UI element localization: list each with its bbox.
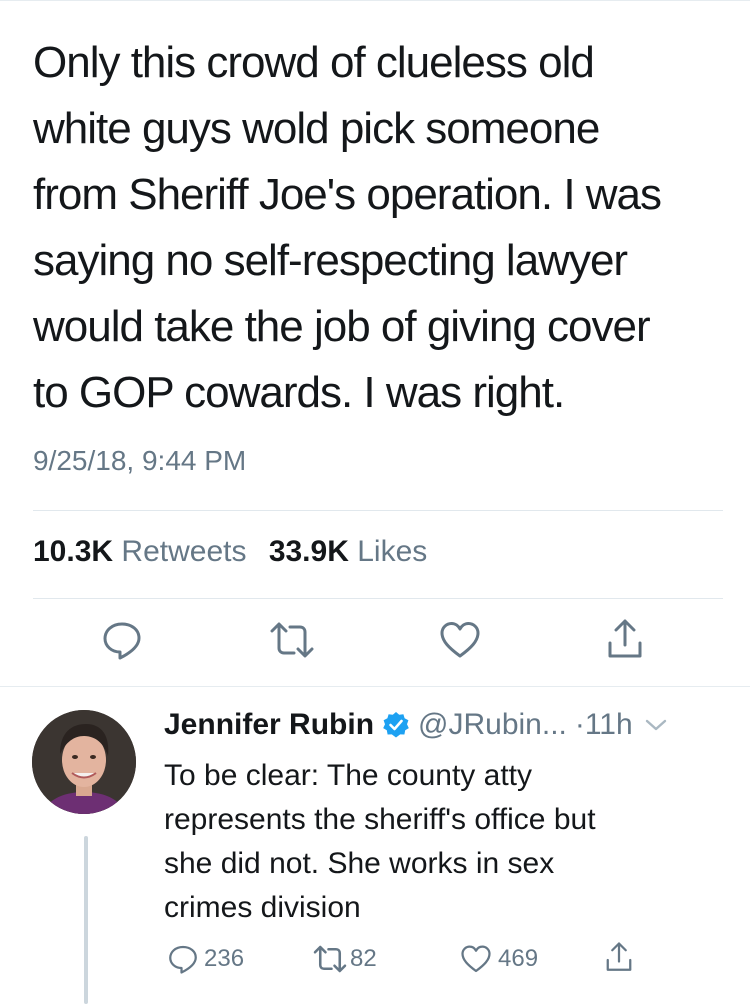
divider [0,686,750,687]
heart-icon [461,945,491,973]
divider [33,598,723,599]
author-name[interactable]: Jennifer Rubin [164,708,374,742]
author-handle[interactable]: @JRubin... [418,708,567,742]
retweet-arrows-icon [313,945,347,973]
like-count[interactable]: 33.9K [269,535,349,568]
reply-reply-button[interactable]: 236 [168,944,244,974]
reply-text: To be clear: The county atty represents … [164,759,596,924]
tweet-timestamp[interactable]: 9/25/18, 9:44 PM [33,445,246,477]
speech-bubble-icon [103,622,141,660]
heart-icon [440,622,480,658]
retweet-arrows-icon [270,622,314,658]
share-button[interactable] [603,616,647,662]
reply-header: Jennifer Rubin @JRubin... ·11h [164,708,739,742]
reply-tweet[interactable]: Jennifer Rubin @JRubin... ·11h To be cle… [0,688,750,1004]
like-label[interactable]: Likes [357,535,427,568]
share-upload-icon [606,942,632,971]
reply-time[interactable]: ·11h [575,708,633,742]
reply-retweet-count: 82 [350,945,377,972]
speech-bubble-icon [169,945,197,974]
chevron-down-icon[interactable] [645,718,667,732]
reply-share-button[interactable] [604,940,634,974]
reply-retweet-button[interactable]: 82 [312,944,377,974]
reply-like-count: 469 [498,945,539,972]
avatar-photo [32,710,136,814]
reply-action-bar: 236 82 469 [164,942,664,984]
retweet-button[interactable] [266,618,318,662]
tweet-stats: 10.3K Retweets 33.9K Likes [33,535,427,569]
top-divider [0,0,750,1]
thread-line [84,836,88,1004]
tweet-text: Only this crowd of clueless old white gu… [33,38,662,417]
verified-badge-icon [382,711,410,739]
reply-like-button[interactable]: 469 [460,944,538,974]
like-button[interactable] [438,618,482,662]
avatar[interactable] [32,710,136,814]
reply-button[interactable] [100,618,144,662]
retweet-count[interactable]: 10.3K [33,535,113,568]
divider [33,510,723,511]
reply-count: 236 [204,945,245,972]
share-upload-icon [608,619,642,658]
retweet-label[interactable]: Retweets [121,535,246,568]
